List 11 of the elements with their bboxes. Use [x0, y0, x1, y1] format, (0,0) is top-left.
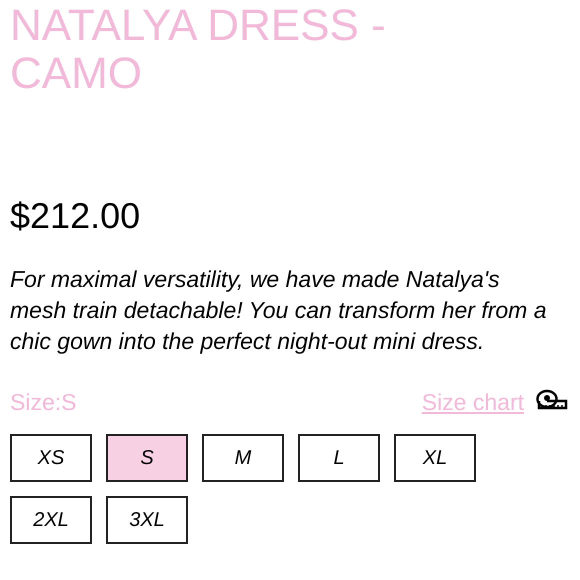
- product-title: NATALYA DRESS - CAMO: [10, 2, 387, 98]
- size-option[interactable]: M: [202, 434, 284, 482]
- product-description: For maximal versatility, we have made Natalya's mesh train detachable! You can transform her from a chic gown into the perfect night-out mini dress.: [10, 265, 548, 356]
- size-option[interactable]: XL: [394, 434, 476, 482]
- size-option[interactable]: L: [298, 434, 380, 482]
- product-price: $212.00: [10, 196, 142, 236]
- size-option[interactable]: 2XL: [10, 496, 92, 544]
- size-option[interactable]: 3XL: [106, 496, 188, 544]
- size-label: Size:S: [10, 388, 76, 417]
- size-option[interactable]: S: [106, 434, 188, 482]
- size-option[interactable]: XS: [10, 434, 92, 482]
